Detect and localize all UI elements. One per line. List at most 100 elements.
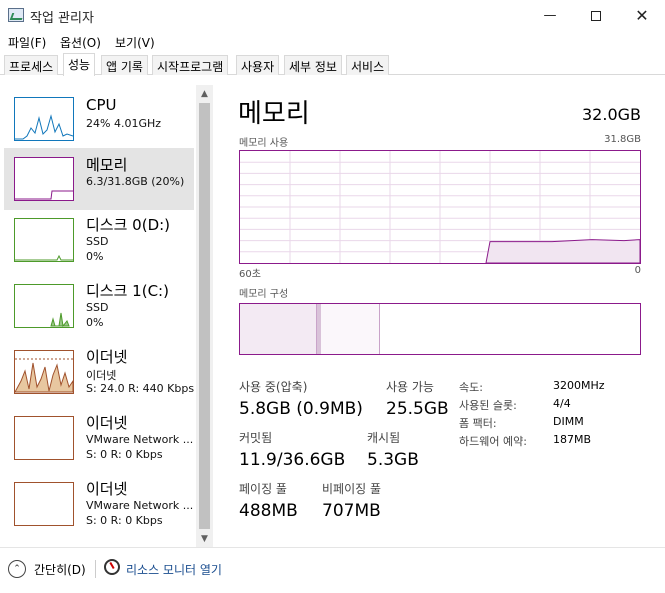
tab-app-history[interactable]: 앱 기록 bbox=[101, 55, 148, 75]
sidebar-scrollbar[interactable]: ▲ ▼ bbox=[196, 85, 213, 547]
footer-bar: ⌃ 간단히(D) 리소스 모니터 열기 bbox=[0, 547, 665, 593]
available-label: 사용 가능 bbox=[386, 380, 434, 394]
scroll-up-icon[interactable]: ▲ bbox=[196, 85, 213, 102]
menu-view[interactable]: 보기(V) bbox=[115, 34, 155, 51]
form-factor-label: 폼 팩터: bbox=[459, 417, 497, 430]
tab-bar: 프로세스 성능 앱 기록 시작프로그램 사용자 세부 정보 서비스 bbox=[0, 53, 665, 76]
open-resource-monitor-link[interactable]: 리소스 모니터 열기 bbox=[126, 561, 222, 578]
resource-monitor-icon[interactable] bbox=[104, 559, 120, 575]
x-axis-left-label: 60초 bbox=[239, 269, 261, 280]
usage-graph-label: 메모리 사용 bbox=[239, 138, 289, 149]
cached-value: 5.3GB bbox=[367, 450, 419, 470]
tab-services[interactable]: 서비스 bbox=[346, 55, 390, 75]
hardware-reserved-label: 하드웨어 예약: bbox=[459, 435, 527, 448]
sidebar-item-title: 메모리 bbox=[86, 156, 128, 174]
disk0-thumbnail bbox=[14, 218, 74, 262]
sidebar-item-sub2: S: 0 R: 0 Kbps bbox=[86, 448, 163, 461]
composition-free[interactable] bbox=[380, 304, 640, 354]
slots-value: 4/4 bbox=[553, 397, 571, 410]
disk1-thumbnail bbox=[14, 284, 74, 328]
in-use-label: 사용 중(압축) bbox=[239, 380, 308, 394]
chevron-up-icon[interactable]: ⌃ bbox=[8, 560, 26, 578]
sidebar-item-sub: VMware Network ... bbox=[86, 433, 194, 446]
sidebar-item-sub: SSD bbox=[86, 235, 109, 248]
memory-usage-chart bbox=[240, 151, 641, 264]
sidebar-item-disk1[interactable]: 디스크 1(C:) SSD 0% bbox=[4, 278, 194, 340]
sidebar-item-cpu[interactable]: CPU 24% 4.01GHz bbox=[4, 88, 194, 150]
tab-processes[interactable]: 프로세스 bbox=[4, 55, 59, 75]
composition-label: 메모리 구성 bbox=[239, 289, 289, 300]
form-factor-value: DIMM bbox=[553, 415, 584, 428]
tab-performance[interactable]: 성능 bbox=[63, 53, 96, 76]
fewer-details-link[interactable]: 간단히(D) bbox=[34, 561, 86, 578]
memory-thumbnail bbox=[14, 157, 74, 201]
title-bar: 작업 관리자 — ✕ bbox=[0, 0, 665, 31]
sidebar-item-sub: 24% 4.01GHz bbox=[86, 117, 162, 130]
paged-pool-label: 페이징 풀 bbox=[239, 482, 287, 496]
sidebar-item-sub2: 0% bbox=[86, 316, 104, 329]
footer-divider bbox=[95, 560, 96, 578]
composition-standby[interactable] bbox=[321, 304, 380, 354]
paged-pool-value: 488MB bbox=[239, 501, 298, 521]
menu-options[interactable]: 옵션(O) bbox=[60, 34, 101, 51]
sidebar-item-title: 이더넷 bbox=[86, 480, 128, 498]
in-use-value: 5.8GB (0.9MB) bbox=[239, 399, 363, 419]
sidebar-item-sub2: S: 0 R: 0 Kbps bbox=[86, 514, 163, 527]
tab-users[interactable]: 사용자 bbox=[236, 55, 280, 75]
task-manager-icon bbox=[8, 8, 24, 22]
maximize-button[interactable] bbox=[573, 0, 619, 31]
available-value: 25.5GB bbox=[386, 399, 449, 419]
hardware-reserved-value: 187MB bbox=[553, 433, 592, 446]
sidebar-item-sub2: S: 24.0 R: 440 Kbps bbox=[86, 382, 195, 395]
scroll-down-icon[interactable]: ▼ bbox=[196, 530, 213, 547]
sidebar-item-ethernet[interactable]: 이더넷 이더넷 S: 24.0 R: 440 Kbps bbox=[4, 344, 194, 406]
nonpaged-pool-label: 비페이징 풀 bbox=[322, 482, 382, 496]
ethernet-thumbnail bbox=[14, 482, 74, 526]
usage-graph-max: 31.8GB bbox=[604, 134, 641, 145]
committed-label: 커밋됨 bbox=[239, 431, 273, 445]
sidebar-item-sub: 6.3/31.8GB (20%) bbox=[86, 175, 185, 188]
nonpaged-pool-value: 707MB bbox=[322, 501, 381, 521]
scroll-thumb[interactable] bbox=[199, 103, 210, 529]
page-title: 메모리 bbox=[238, 99, 310, 129]
sidebar-item-sub: VMware Network ... bbox=[86, 499, 194, 512]
menu-bar: 파일(F) 옵션(O) 보기(V) bbox=[0, 31, 665, 53]
sidebar-item-title: 이더넷 bbox=[86, 414, 128, 432]
sidebar-item-disk0[interactable]: 디스크 0(D:) SSD 0% bbox=[4, 212, 194, 274]
slots-label: 사용된 슬롯: bbox=[459, 399, 517, 412]
memory-usage-trace bbox=[485, 239, 641, 264]
memory-composition-bar bbox=[239, 303, 641, 355]
x-axis-right-label: 0 bbox=[634, 265, 641, 276]
speed-value: 3200MHz bbox=[553, 379, 605, 392]
tab-startup[interactable]: 시작프로그램 bbox=[152, 55, 229, 75]
memory-usage-graph bbox=[239, 150, 641, 264]
ethernet-thumbnail bbox=[14, 416, 74, 460]
composition-in-use[interactable] bbox=[240, 304, 317, 354]
committed-value: 11.9/36.6GB bbox=[239, 450, 346, 470]
sidebar-item-title: 이더넷 bbox=[86, 348, 128, 366]
cpu-thumbnail bbox=[14, 97, 74, 141]
maximize-icon bbox=[591, 10, 601, 21]
sidebar-item-title: 디스크 1(C:) bbox=[86, 282, 169, 300]
window-title: 작업 관리자 bbox=[30, 11, 94, 26]
sidebar-item-title: CPU bbox=[86, 96, 117, 114]
minimize-icon: — bbox=[543, 8, 557, 23]
memory-total: 32.0GB bbox=[582, 105, 641, 124]
menu-file[interactable]: 파일(F) bbox=[8, 34, 46, 51]
sidebar-item-ethernet-vmware-1[interactable]: 이더넷 VMware Network ... S: 0 R: 0 Kbps bbox=[4, 410, 194, 472]
cached-label: 캐시됨 bbox=[367, 431, 401, 445]
minimize-button[interactable]: — bbox=[527, 0, 573, 31]
sidebar-item-ethernet-vmware-2[interactable]: 이더넷 VMware Network ... S: 0 R: 0 Kbps bbox=[4, 476, 194, 538]
close-icon: ✕ bbox=[635, 6, 649, 25]
sidebar-item-sub2: 0% bbox=[86, 250, 104, 263]
sidebar-item-memory[interactable]: 메모리 6.3/31.8GB (20%) bbox=[4, 148, 194, 210]
resource-list: CPU 24% 4.01GHz 메모리 6.3/31.8GB (20%) 디스크… bbox=[0, 85, 213, 547]
memory-detail-panel: 메모리 32.0GB 메모리 사용 31.8GB 60초 0 메모리 구성 사용… bbox=[214, 85, 665, 547]
sidebar-item-sub: 이더넷 bbox=[86, 369, 117, 382]
sidebar-item-title: 디스크 0(D:) bbox=[86, 216, 171, 234]
sidebar-item-sub: SSD bbox=[86, 301, 109, 314]
tab-details[interactable]: 세부 정보 bbox=[284, 55, 342, 75]
ethernet-thumbnail bbox=[14, 350, 74, 394]
close-button[interactable]: ✕ bbox=[619, 0, 665, 31]
speed-label: 속도: bbox=[459, 381, 483, 394]
